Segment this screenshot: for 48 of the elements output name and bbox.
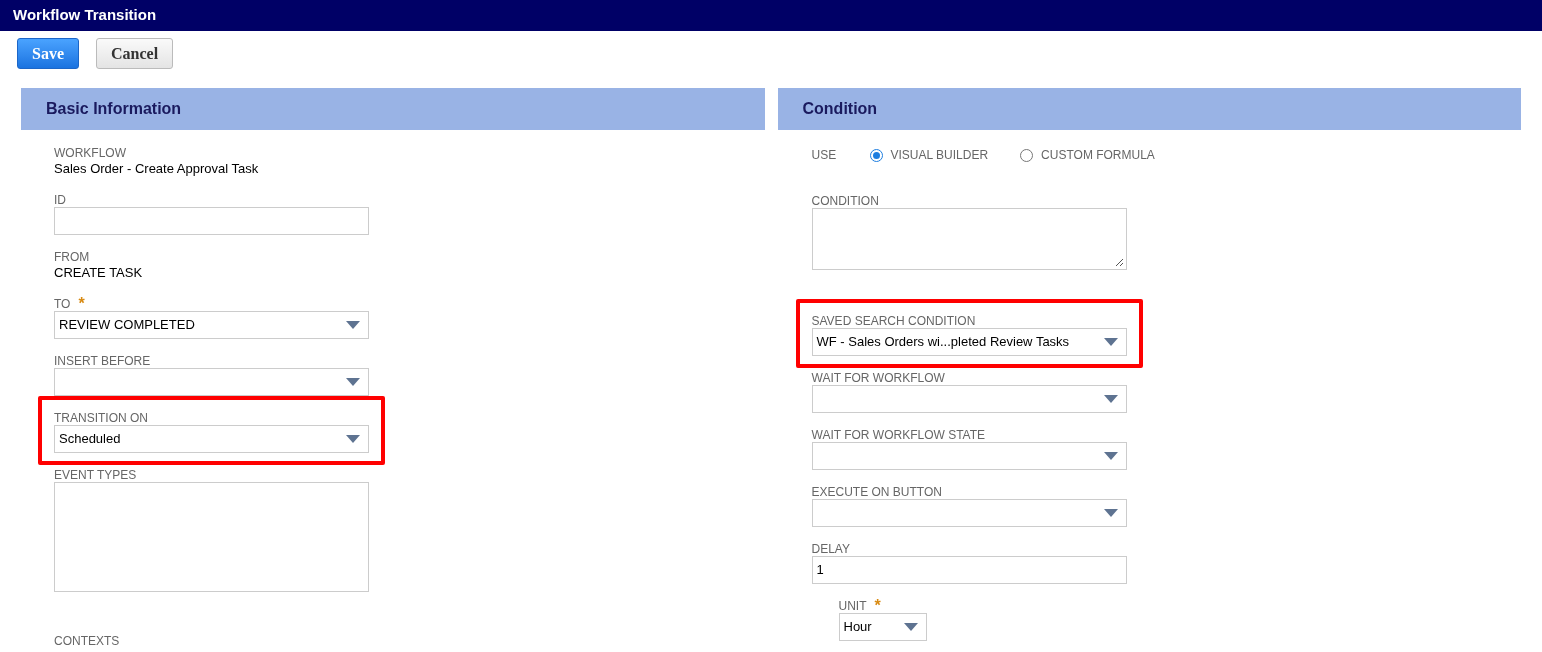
select-field[interactable] [811, 499, 1127, 527]
dropdown-caret-icon [1103, 452, 1118, 460]
field-label: DELAY [811, 542, 850, 556]
radio-label: CUSTOM FORMULA [1041, 147, 1155, 164]
field-label: UNIT [838, 599, 867, 613]
field-value: CREATE TASK [54, 264, 143, 282]
field-label: TO [54, 297, 71, 311]
field-label: CONDITION [811, 194, 879, 208]
field-label: ID [54, 193, 66, 207]
field-label: EXECUTE ON BUTTON [811, 485, 942, 499]
select-field[interactable]: Scheduled [54, 425, 369, 453]
field-label: INSERT BEFORE [54, 354, 151, 368]
select-field[interactable]: REVIEW COMPLETED [54, 311, 369, 339]
field-label: TRANSITION ON [54, 411, 148, 425]
dropdown-caret-icon [1103, 338, 1118, 346]
required-mark: * [78, 297, 85, 311]
dropdown-caret-icon [1103, 395, 1118, 403]
dropdown-caret-icon [1103, 509, 1118, 517]
dropdown-caret-icon [346, 435, 360, 443]
select-field[interactable] [811, 442, 1127, 470]
radio-label: VISUAL BUILDER [890, 147, 989, 164]
radio-button[interactable] [869, 148, 883, 162]
field-label: USE [811, 147, 838, 164]
cancel-button[interactable]: Cancel [96, 38, 174, 69]
field-value: Sales Order - Create Approval Task [54, 160, 259, 178]
field-label: WORKFLOW [54, 146, 126, 160]
field-label: WAIT FOR WORKFLOW STATE [811, 428, 986, 442]
text-area[interactable] [54, 482, 369, 592]
select-field[interactable] [811, 385, 1127, 413]
resize-handle-icon[interactable] [1114, 258, 1124, 267]
text-input[interactable]: 1 [811, 556, 1127, 584]
section-title: Condition [802, 99, 878, 119]
field-label: FROM [54, 250, 90, 264]
section-title: Basic Information [46, 99, 182, 119]
field-label: EVENT TYPES [54, 468, 137, 482]
dropdown-caret-icon [346, 378, 360, 386]
dropdown-caret-icon [903, 623, 918, 631]
window-title: Workflow Transition [13, 5, 157, 26]
dropdown-caret-icon [346, 321, 360, 329]
select-field[interactable]: WF - Sales Orders wi...pleted Review Tasks [811, 328, 1127, 356]
radio-button[interactable] [1020, 148, 1034, 162]
field-label: SAVED SEARCH CONDITION [811, 314, 976, 328]
field-label: WAIT FOR WORKFLOW [811, 371, 945, 385]
select-field[interactable] [54, 368, 369, 396]
text-input[interactable] [54, 207, 369, 235]
field-label: CONTEXTS [54, 634, 120, 648]
select-field[interactable]: Hour [838, 613, 927, 641]
required-mark: * [874, 599, 881, 613]
